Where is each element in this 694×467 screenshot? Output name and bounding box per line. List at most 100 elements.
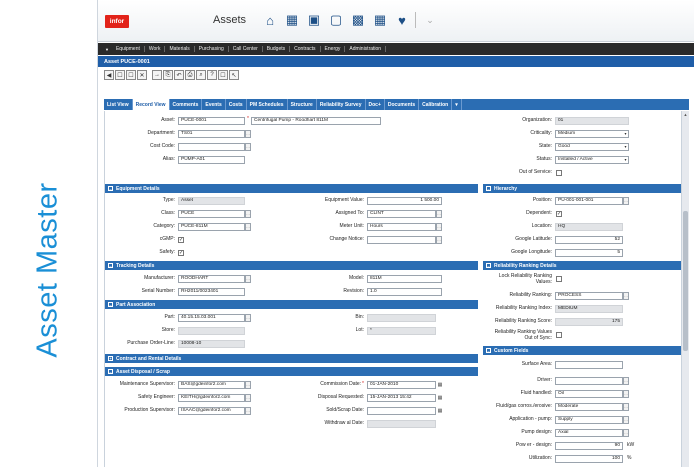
copy-icon[interactable]: ⎘ (163, 70, 173, 80)
utilization-field[interactable]: 100 (555, 454, 623, 463)
bookmark-icon[interactable]: ▢ (327, 11, 345, 29)
lookup-icon[interactable]: … (245, 393, 251, 402)
tab-costs[interactable]: Costs (226, 99, 247, 110)
assigned-to-field[interactable]: CLINT (367, 209, 436, 218)
back-icon[interactable]: ◀ (104, 70, 114, 80)
collapse-icon[interactable]: – (108, 186, 113, 191)
scrollbar-thumb[interactable] (683, 211, 688, 351)
lookup-icon[interactable]: … (245, 274, 251, 283)
lookup-icon[interactable]: … (245, 313, 251, 322)
lookup-icon[interactable]: … (436, 222, 442, 231)
chevron-down-icon[interactable]: ▾ (623, 157, 628, 163)
custom-fields-header[interactable]: – Custom Fields (483, 346, 682, 355)
part-association-header[interactable]: – Part Association (105, 300, 478, 309)
expand-icon[interactable]: + (108, 356, 113, 361)
criticality-select[interactable]: Medium (555, 129, 629, 138)
new-record-icon[interactable]: ☐ (115, 70, 125, 80)
safety-engineer-field[interactable]: KEITH@gdeinfor2.com (178, 393, 245, 402)
position-field[interactable]: PU-001-001-001 (555, 196, 623, 205)
chevron-down-icon[interactable]: ⌄ (421, 11, 439, 29)
chevron-down-icon[interactable]: ▾ (623, 131, 628, 137)
part-field[interactable]: 40.15.15.03.001 (178, 313, 245, 322)
tab-structure[interactable]: Structure (288, 99, 317, 110)
disposal-requested-field[interactable]: 15-JAN-2013 15:42 (367, 393, 436, 402)
report-icon[interactable]: ▩ (349, 11, 367, 29)
vertical-scrollbar[interactable]: ▲ (681, 111, 689, 467)
lookup-icon[interactable]: … (623, 196, 629, 205)
lookup-icon[interactable]: … (623, 389, 629, 398)
tab-calibration[interactable]: Calibration (419, 99, 453, 110)
menu-item-budgets[interactable]: Budgets (263, 46, 291, 52)
tracking-details-header[interactable]: – Tracking Details (105, 261, 478, 270)
pointer-icon[interactable]: ↖ (229, 70, 239, 80)
collapse-icon[interactable]: – (108, 263, 113, 268)
serial-field[interactable]: RH2011/0023401 (178, 287, 245, 296)
lock-ranking-checkbox[interactable] (556, 276, 562, 282)
tab-list-view[interactable]: List View (104, 99, 133, 110)
revision-field[interactable]: 1.0 (367, 287, 442, 296)
lookup-icon[interactable]: … (436, 235, 442, 244)
document-icon[interactable]: ▣ (305, 11, 323, 29)
fluid-corrosive-field[interactable]: Moderate (555, 402, 623, 411)
lookup-icon[interactable]: … (245, 209, 251, 218)
lookup-icon[interactable]: … (623, 402, 629, 411)
fluid-handled-field[interactable]: Oil (555, 389, 623, 398)
buildings-icon[interactable]: ▦ (371, 11, 389, 29)
category-field[interactable]: PUCE-811M (178, 222, 245, 231)
lookup-icon[interactable]: … (245, 222, 251, 231)
asset-code-field[interactable]: PUCE-0001 (178, 116, 245, 125)
tab-reliability-survey[interactable]: Reliability Survey (317, 99, 366, 110)
surface-area-field[interactable] (555, 360, 623, 369)
pump-design-field[interactable]: Axial (555, 428, 623, 437)
collapse-icon[interactable]: – (486, 263, 491, 268)
search-icon[interactable]: ⌕ (196, 70, 206, 80)
delete-icon[interactable]: ✕ (137, 70, 147, 80)
lookup-icon[interactable]: … (436, 209, 442, 218)
change-notice-field[interactable] (367, 235, 436, 244)
alias-field[interactable]: PUMP-A01 (178, 155, 245, 164)
sold-scrap-date-field[interactable] (367, 406, 436, 415)
menu-toggle-icon[interactable]: ▼ (102, 47, 112, 52)
calendar-icon[interactable]: ▦ (437, 408, 443, 414)
model-field[interactable]: 811M (367, 274, 442, 283)
department-field[interactable]: TS01 (178, 129, 245, 138)
latitude-field[interactable]: 52 (555, 235, 623, 244)
collapse-icon[interactable]: – (486, 348, 491, 353)
tab-doc-plus[interactable]: Doc+ (366, 99, 385, 110)
hierarchy-header[interactable]: – Hierarchy (483, 184, 682, 193)
meter-unit-field[interactable]: Hours (367, 222, 436, 231)
lookup-icon[interactable]: … (245, 406, 251, 415)
status-select[interactable]: Installed / Active (555, 155, 629, 164)
favorite-icon[interactable]: ♥ (393, 11, 411, 29)
collapse-icon[interactable]: – (108, 302, 113, 307)
menu-item-purchasing[interactable]: Purchasing (195, 46, 229, 52)
menu-item-equipment[interactable]: Equipment (112, 46, 145, 52)
equipment-value-field[interactable]: 1 500.00 (367, 196, 442, 205)
menu-item-contracts[interactable]: Contracts (290, 46, 321, 52)
class-field[interactable]: PUCE (178, 209, 245, 218)
longitude-field[interactable]: 5 (555, 248, 623, 257)
cost-code-field[interactable] (178, 142, 245, 151)
scroll-up-icon[interactable]: ▲ (683, 112, 688, 117)
tab-events[interactable]: Events (202, 99, 226, 110)
dependent-checkbox[interactable]: ✓ (556, 210, 562, 217)
infor-logo[interactable]: infor (105, 15, 129, 28)
lookup-icon[interactable]: … (245, 129, 251, 138)
home-icon[interactable]: ⌂ (261, 11, 279, 29)
assets-icon[interactable]: ▦ (283, 11, 301, 29)
power-design-field[interactable]: 90 (555, 441, 623, 450)
menu-item-energy[interactable]: Energy (321, 46, 346, 52)
help-icon[interactable]: ? (207, 70, 217, 80)
state-select[interactable]: Good (555, 142, 629, 151)
commission-date-field[interactable]: 01-JAN-2010 (367, 380, 436, 389)
lookup-icon[interactable]: … (623, 291, 629, 300)
menu-item-work[interactable]: Work (145, 46, 166, 52)
lookup-icon[interactable]: … (623, 376, 629, 385)
cgmp-checkbox[interactable]: ✓ (178, 236, 184, 243)
lookup-icon[interactable]: … (623, 428, 629, 437)
maintenance-supervisor-field[interactable]: BAS@gdeinfor2.com (178, 380, 245, 389)
lookup-icon[interactable]: … (245, 142, 251, 151)
menu-item-materials[interactable]: Materials (165, 46, 195, 52)
driver-field[interactable] (555, 376, 623, 385)
save-icon[interactable]: ☐ (126, 70, 136, 80)
